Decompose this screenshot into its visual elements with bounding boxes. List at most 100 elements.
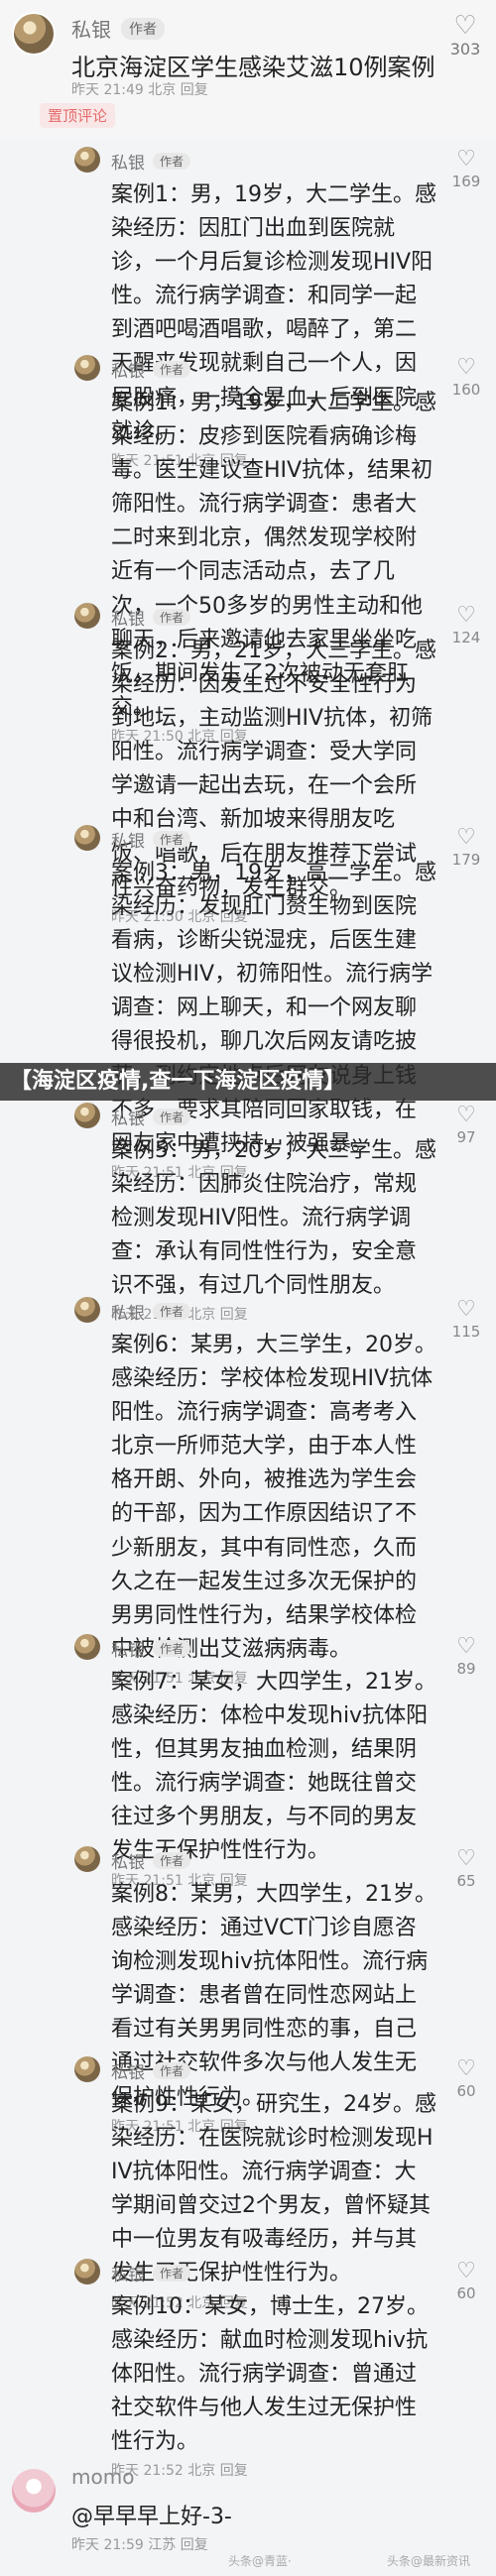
pinned-chip: 置顶评论 (40, 103, 116, 128)
reply-item: 私银 作者 案例3：男，19岁，高二学生。感染经历：发现肛门赘生物到医院看病，诊断… (0, 825, 496, 1181)
reply-author: 私银 作者 (111, 2058, 191, 2083)
author-tag: 作者 (153, 361, 191, 378)
like-count: 160 (451, 381, 481, 399)
reply-text: 案例5：男，20岁，大三学生。感染经历：因肺炎住院治疗，常规检测发现HIV阳性。… (111, 1138, 436, 1299)
like-button[interactable]: ♡ 303 (447, 12, 483, 59)
username[interactable]: 私银 (111, 154, 145, 174)
author-tag: 作者 (153, 609, 191, 626)
comment-meta[interactable]: 昨天 21:59 江苏 回复 (71, 2534, 208, 2554)
heart-icon[interactable]: ♡ (448, 147, 484, 173)
like-button[interactable]: ♡ 97 (448, 1103, 484, 1146)
reply-author: 私银 作者 (111, 2261, 191, 2285)
like-count: 179 (451, 851, 481, 869)
heart-icon[interactable]: ♡ (448, 603, 484, 629)
username[interactable]: 私银 (111, 2063, 145, 2083)
like-button[interactable]: ♡ 179 (448, 825, 484, 869)
reply-item: 私银 作者 案例7：某女，大四学生，21岁。感染经历：体检中发现hiv抗体阳性，但… (0, 1634, 496, 1889)
reply-item: 私银 作者 案例8：某男，大四学生，21岁。感染经历：通过VCT门诊自愿咨询检测发… (0, 1846, 496, 2135)
reply-item: 私银 作者 案例9：某女，研究生，24岁。感染经历：在医院就诊时检测发现HIV抗体… (0, 2056, 496, 2311)
heart-icon[interactable]: ♡ (447, 12, 483, 40)
heart-icon[interactable]: ♡ (448, 2259, 484, 2284)
heart-icon[interactable]: ♡ (448, 355, 484, 381)
comment-text: @早早早上好-3- (71, 2505, 232, 2529)
reply-item: 私银 作者 案例5：男，20岁，大三学生。感染经历：因肺炎住院治疗，常规检测发现H… (0, 1103, 496, 1323)
reply-item: 私银 作者 案例1：男，19岁，大二学生。感染经历：因肛门出血到医院就诊，一个月后… (0, 147, 496, 469)
avatar[interactable] (74, 355, 100, 381)
username[interactable]: 私银 (111, 832, 145, 852)
like-button[interactable]: ♡ 65 (448, 1846, 484, 1890)
reply-author: 私银 作者 (111, 1105, 191, 1129)
like-count: 303 (449, 40, 481, 59)
avatar[interactable] (74, 1103, 100, 1128)
reply-author: 私银 作者 (111, 1848, 191, 1873)
watermark: 头条@最新资讯 (387, 2554, 471, 2568)
like-count: 169 (451, 173, 481, 190)
reply-body: 案例10：某女，博士生，27岁。感染经历：献血时检测发现hiv抗体阳性。流行病学… (111, 2290, 436, 2481)
like-button[interactable]: ♡ 60 (448, 2056, 484, 2100)
reply-text: 案例7：某女，大四学生，21岁。感染经历：体检中发现hiv抗体阳性，但其男友抽血… (111, 1670, 436, 1864)
comment-author[interactable]: 私银 作者 (71, 14, 165, 43)
like-count: 89 (456, 1660, 476, 1678)
avatar[interactable] (74, 1846, 100, 1872)
avatar[interactable] (74, 1634, 100, 1660)
author-tag: 作者 (153, 2265, 191, 2282)
pinned-comment: 私银 作者 北京海淀区学生感染艾滋10例案例 昨天 21:49 北京 回复 ♡ 3… (0, 0, 496, 139)
avatar[interactable] (74, 1297, 100, 1323)
username[interactable]: 私银 (111, 610, 145, 630)
username[interactable]: 私银 (111, 362, 145, 382)
like-button[interactable]: ♡ 124 (448, 603, 484, 646)
reply-item: 私银 作者 案例10：某女，博士生，27岁。感染经历：献血时检测发现hiv抗体阳性… (0, 2259, 496, 2479)
like-count: 115 (451, 1323, 481, 1341)
like-button[interactable]: ♡ 115 (448, 1297, 484, 1341)
avatar[interactable] (74, 603, 100, 629)
comment-text: 北京海淀区学生感染艾滋10例案例 (71, 54, 435, 81)
username[interactable]: 私银 (71, 18, 111, 42)
username[interactable]: 私银 (111, 2266, 145, 2285)
username[interactable]: 私银 (111, 1110, 145, 1129)
avatar[interactable] (12, 2469, 56, 2513)
username[interactable]: 私银 (111, 1853, 145, 1873)
reply-text: 案例6：某男，大三学生，20岁。感染经历：学校体检发现HIV抗体阳性。流行病学调… (111, 1333, 436, 1662)
reply-author: 私银 作者 (111, 149, 191, 174)
reply-item: 私银 作者 案例1：男，19岁，大二学生。感染经历：皮疹到医院看病确诊梅毒。医生建… (0, 355, 496, 745)
heart-icon[interactable]: ♡ (448, 1297, 484, 1323)
like-count: 60 (456, 2284, 476, 2302)
like-button[interactable]: ♡ 60 (448, 2259, 484, 2302)
heart-icon[interactable]: ♡ (448, 825, 484, 851)
author-tag: 作者 (153, 1640, 191, 1657)
like-button[interactable]: ♡ 160 (448, 355, 484, 399)
reply-meta[interactable]: 昨天 21:52 北京 回复 (111, 2461, 436, 2481)
reply-item: 私银 作者 案例6：某男，大三学生，20岁。感染经历：学校体检发现HIV抗体阳性。… (0, 1297, 496, 1687)
heart-icon[interactable]: ♡ (448, 1634, 484, 1660)
like-button[interactable]: ♡ 89 (448, 1634, 484, 1678)
reply-author: 私银 作者 (111, 1636, 191, 1661)
reply-text: 案例10：某女，博士生，27岁。感染经历：献血时检测发现hiv抗体阳性。流行病学… (111, 2294, 429, 2455)
author-tag: 作者 (153, 1303, 191, 1320)
username[interactable]: 私银 (111, 1304, 145, 1324)
heart-icon[interactable]: ♡ (448, 1846, 484, 1872)
avatar[interactable] (74, 825, 100, 851)
username[interactable]: momo (71, 2465, 134, 2489)
avatar[interactable] (12, 12, 56, 56)
like-count: 97 (456, 1128, 476, 1146)
like-count: 60 (456, 2082, 476, 2100)
comment-meta[interactable]: 昨天 21:49 北京 回复 (71, 79, 208, 99)
overlay-banner[interactable]: 【海淀区疫情,查一下海淀区疫情】 (0, 1063, 496, 1101)
author-tag: 作者 (153, 2062, 191, 2079)
like-count: 65 (456, 1872, 476, 1890)
author-tag: 作者 (153, 831, 191, 848)
heart-icon[interactable]: ♡ (448, 2056, 484, 2082)
reply-author: 私银 作者 (111, 1299, 191, 1324)
avatar[interactable] (74, 2259, 100, 2284)
author-tag: 作者 (153, 153, 191, 170)
comment-thread-page: 私银 作者 北京海淀区学生感染艾滋10例案例 昨天 21:49 北京 回复 ♡ 3… (0, 0, 496, 2576)
reply-author: 私银 作者 (111, 357, 191, 382)
heart-icon[interactable]: ♡ (448, 1103, 484, 1128)
like-button[interactable]: ♡ 169 (448, 147, 484, 190)
avatar[interactable] (74, 2056, 100, 2082)
username[interactable]: 私银 (111, 1641, 145, 1661)
author-tag: 作者 (121, 18, 165, 40)
watermark: 头条@青蓝· (228, 2554, 292, 2568)
avatar[interactable] (74, 147, 100, 173)
author-tag: 作者 (153, 1109, 191, 1125)
